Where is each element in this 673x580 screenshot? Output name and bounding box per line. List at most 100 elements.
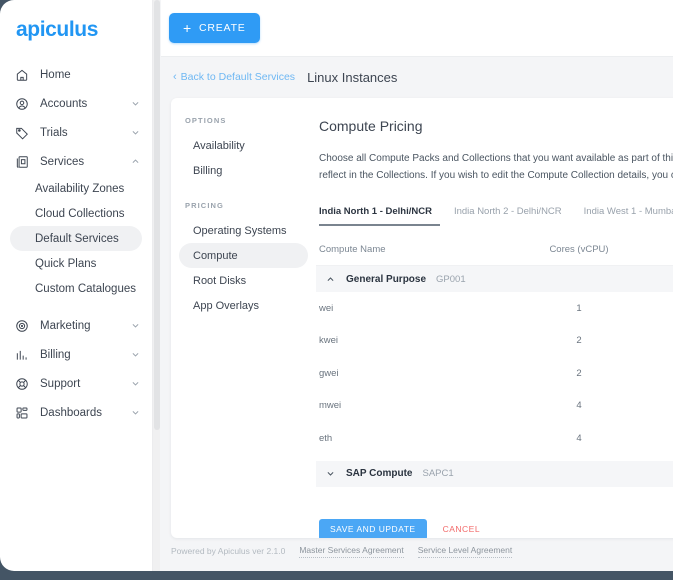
section-title: Compute Pricing bbox=[319, 118, 423, 134]
group-name: General Purpose bbox=[346, 273, 427, 285]
chevron-down-icon bbox=[324, 469, 336, 478]
option-app-overlays[interactable]: App Overlays bbox=[179, 293, 308, 318]
sidebar-item-availability-zones[interactable]: Availability Zones bbox=[10, 176, 142, 201]
table-row[interactable]: wei 1 1 bbox=[316, 292, 673, 325]
sidebar-nav: Home Accounts Trials Services Availabili… bbox=[0, 60, 152, 427]
sidebar-subitem-label: Cloud Collections bbox=[35, 207, 125, 220]
create-button-label: CREATE bbox=[198, 22, 246, 34]
option-label: Root Disks bbox=[193, 274, 247, 287]
support-icon bbox=[14, 376, 30, 392]
create-button[interactable]: + CREATE bbox=[169, 13, 260, 43]
table-row[interactable]: mwei 4 4 bbox=[316, 390, 673, 423]
group-code: GP001 bbox=[436, 273, 466, 285]
marketing-icon bbox=[14, 318, 30, 334]
sidebar-services-submenu: Availability Zones Cloud Collections Def… bbox=[0, 176, 152, 301]
option-billing[interactable]: Billing bbox=[179, 158, 308, 183]
sidebar-item-quick-plans[interactable]: Quick Plans bbox=[10, 251, 142, 276]
sidebar-item-label: Marketing bbox=[40, 319, 91, 332]
sidebar-item-custom-catalogues[interactable]: Custom Catalogues bbox=[10, 276, 142, 301]
dashboards-icon bbox=[14, 405, 30, 421]
cell-compute-name: gwei bbox=[319, 367, 339, 379]
chevron-down-icon bbox=[130, 350, 140, 360]
sidebar-scrollbar[interactable] bbox=[152, 0, 160, 572]
chevron-down-icon bbox=[130, 408, 140, 418]
sidebar-item-label: Accounts bbox=[40, 97, 88, 110]
cell-cores: 2 bbox=[576, 367, 582, 379]
option-operating-systems[interactable]: Operating Systems bbox=[179, 218, 308, 243]
tab-india-north-1[interactable]: India North 1 - Delhi/NCR bbox=[319, 206, 440, 226]
section-description: Choose all Compute Packs and Collections… bbox=[316, 151, 673, 184]
services-icon bbox=[14, 154, 30, 170]
save-and-update-button[interactable]: SAVE AND UPDATE bbox=[319, 518, 427, 538]
sidebar-item-default-services[interactable]: Default Services bbox=[10, 226, 142, 251]
options-section-header: OPTIONS bbox=[185, 116, 227, 125]
billing-icon bbox=[14, 347, 30, 363]
sidebar-item-trials[interactable]: Trials bbox=[0, 118, 152, 147]
options-panel: OPTIONS Availability Billing PRICING Ope… bbox=[171, 98, 316, 538]
sidebar: apiculus Home Accounts Trials Services A… bbox=[0, 0, 152, 572]
app-logo: apiculus bbox=[16, 18, 98, 41]
table-row[interactable]: eth 4 8 bbox=[316, 422, 673, 455]
cell-compute-name: eth bbox=[319, 432, 333, 444]
cell-ram: 4 bbox=[664, 400, 673, 411]
sidebar-item-label: Billing bbox=[40, 348, 71, 361]
chevron-down-icon bbox=[130, 321, 140, 331]
table-row[interactable]: gwei 2 4 bbox=[316, 357, 673, 390]
top-bar: + CREATE bbox=[161, 0, 673, 57]
chevron-down-icon bbox=[130, 128, 140, 138]
cell-cores: 2 bbox=[576, 335, 582, 347]
option-label: Operating Systems bbox=[193, 224, 287, 237]
column-header-compute-name: Compute Name bbox=[319, 244, 386, 255]
option-label: App Overlays bbox=[193, 299, 260, 312]
sidebar-subitem-label: Quick Plans bbox=[35, 257, 97, 270]
account-icon bbox=[14, 96, 30, 112]
breadcrumb: ‹ Back to Default Services Linux Instanc… bbox=[161, 57, 673, 97]
sidebar-item-marketing[interactable]: Marketing bbox=[0, 311, 152, 340]
chevron-down-icon bbox=[130, 99, 140, 109]
group-row-sap-compute[interactable]: SAP Compute SAPC1 bbox=[316, 460, 673, 487]
sidebar-item-cloud-collections[interactable]: Cloud Collections bbox=[10, 201, 142, 226]
app-screen: apiculus Home Accounts Trials Services A… bbox=[0, 0, 673, 572]
cell-ram: 1 bbox=[664, 303, 673, 314]
cell-cores: 4 bbox=[576, 400, 582, 412]
sidebar-item-support[interactable]: Support bbox=[0, 369, 152, 398]
option-compute[interactable]: Compute bbox=[179, 243, 308, 268]
column-header-ram: RAM (GB) bbox=[664, 244, 673, 255]
cell-compute-name: kwei bbox=[319, 335, 339, 347]
sidebar-subitem-label: Custom Catalogues bbox=[35, 282, 136, 295]
cell-cores: 1 bbox=[576, 302, 582, 314]
cell-cores: 4 bbox=[576, 432, 582, 444]
home-icon bbox=[14, 67, 30, 83]
group-code: SAPC1 bbox=[422, 468, 454, 479]
sidebar-item-billing[interactable]: Billing bbox=[0, 340, 152, 369]
sidebar-item-dashboards[interactable]: Dashboards bbox=[0, 398, 152, 427]
back-link-label: Back to Default Services bbox=[180, 71, 296, 83]
cancel-button[interactable]: CANCEL bbox=[443, 524, 480, 534]
sidebar-subitem-label: Availability Zones bbox=[35, 182, 125, 195]
cell-ram: 8 bbox=[664, 433, 673, 444]
page-title: Linux Instances bbox=[307, 69, 398, 85]
sidebar-item-home[interactable]: Home bbox=[0, 60, 152, 89]
back-link[interactable]: ‹ Back to Default Services bbox=[173, 71, 295, 83]
plus-icon: + bbox=[183, 20, 192, 36]
sidebar-item-accounts[interactable]: Accounts bbox=[0, 89, 152, 118]
main-area: + CREATE ‹ Back to Default Services Linu… bbox=[161, 0, 673, 572]
service-level-agreement-link[interactable]: Service Level Agreement bbox=[417, 545, 513, 558]
tab-india-west-1[interactable]: India West 1 - Mumbai bbox=[584, 206, 673, 226]
tab-label: India North 1 - Delhi/NCR bbox=[319, 206, 432, 217]
sidebar-item-services[interactable]: Services bbox=[0, 147, 152, 176]
group-row-general-purpose[interactable]: General Purpose GP001 bbox=[316, 266, 673, 292]
column-header-cores: Cores (vCPU) bbox=[549, 244, 609, 255]
powered-by-text: Powered by Apiculus ver 2.1.0 bbox=[171, 546, 286, 556]
master-services-agreement-link[interactable]: Master Services Agreement bbox=[299, 545, 404, 558]
option-availability[interactable]: Availability bbox=[179, 133, 308, 158]
sidebar-scrollbar-thumb[interactable] bbox=[154, 0, 160, 430]
option-root-disks[interactable]: Root Disks bbox=[179, 268, 308, 293]
table-row[interactable]: kwei 2 2 bbox=[316, 325, 673, 358]
sidebar-item-label: Support bbox=[40, 377, 81, 390]
content-card: OPTIONS Availability Billing PRICING Ope… bbox=[171, 98, 673, 538]
option-label: Compute bbox=[193, 249, 238, 262]
tab-label: India West 1 - Mumbai bbox=[583, 206, 673, 217]
tab-india-north-2[interactable]: India North 2 - Delhi/NCR bbox=[454, 206, 584, 226]
form-actions: SAVE AND UPDATE CANCEL bbox=[316, 518, 673, 538]
